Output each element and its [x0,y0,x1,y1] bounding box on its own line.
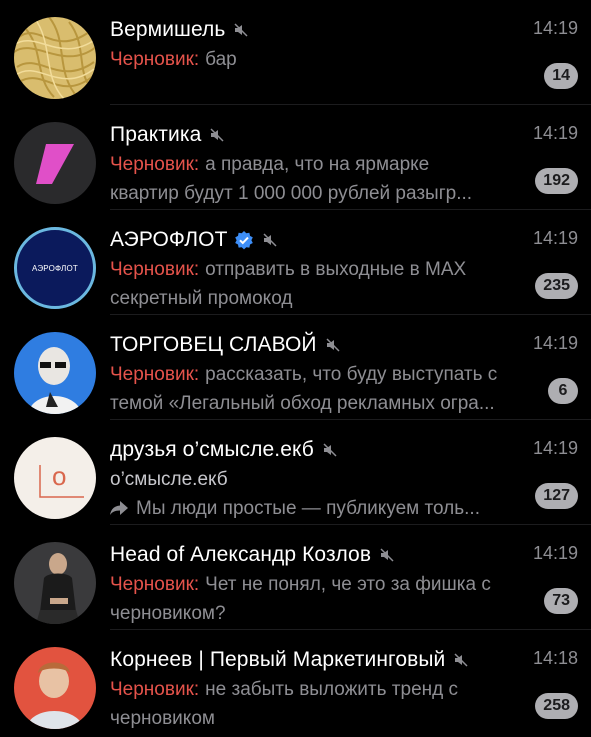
chat-time: 14:19 [532,438,578,458]
chat-title: Head of Александр Козлов [110,543,372,566]
preview-line: Мы люди простые — публикуем толь... [136,498,480,519]
draft-label: Черновик: [110,574,200,595]
draft-label: Черновик: [110,259,200,280]
avatar [14,647,96,729]
chat-preview: Черновик: отправить в выходные в MAX секр… [110,255,530,313]
avatar [14,542,96,624]
chat-row-druzya-osmysle[interactable]: о друзья о’смысле.екб 14:19 о’смысле.екб… [0,420,591,525]
chat-time: 14:19 [532,543,578,563]
unread-badge: 14 [544,63,578,89]
chat-preview: о’смысле.екб Мы люди простые — публикуем… [110,465,530,523]
chat-preview: Черновик: Чет не понял, че это за фишка с… [110,570,530,628]
chat-title: ТОРГОВЕЦ СЛАВОЙ [110,333,317,356]
draft-label: Черновик: [110,364,200,385]
chat-time: 14:19 [532,18,578,38]
preview-line: рассказать, что буду выступать с [205,364,498,385]
speaker-muted-icon [234,23,248,37]
chat-title: друзья о’смысле.екб [110,438,314,461]
avatar-logo-text: АЭРОФЛОТ [31,264,79,273]
avatar [14,332,96,414]
preview-line: бар [205,49,237,70]
sender-name: о’смысле.екб [110,469,228,490]
speaker-muted-icon [454,653,468,667]
preview-line: Чет не понял, че это за фишка с [205,574,491,595]
draft-label: Черновик: [110,154,200,175]
draft-label: Черновик: [110,679,200,700]
forward-arrow-icon [110,501,128,515]
unread-badge: 73 [544,588,578,614]
speaker-muted-icon [323,443,337,457]
unread-badge: 235 [535,273,578,299]
chat-row-korneev[interactable]: Корнеев | Первый Маркетинговый 14:18 Чер… [0,630,591,735]
chat-list: Вермишель 14:19 Черновик: бар 14 Практика… [0,0,591,737]
avatar-logo-text: о [52,461,67,491]
preview-line: черновиком? [110,603,226,624]
preview-line: черновиком [110,708,215,729]
chat-time: 14:19 [532,123,578,143]
unread-badge: 127 [535,483,578,509]
chat-row-kozlov[interactable]: Head of Александр Козлов 14:19 Черновик:… [0,525,591,630]
chat-title: Корнеев | Первый Маркетинговый [110,648,446,671]
unread-badge: 258 [535,693,578,719]
draft-label: Черновик: [110,49,200,70]
chat-time: 14:18 [532,648,578,668]
chat-preview: Черновик: не забыть выложить тренд с черн… [110,675,530,733]
speaker-muted-icon [380,548,394,562]
chat-preview: Черновик: а правда, что на ярмарке кварти… [110,150,530,208]
chat-title: Практика [110,123,202,146]
chat-time: 14:19 [532,333,578,353]
avatar: о [14,437,96,519]
avatar [14,122,96,204]
chat-title: Вермишель [110,18,226,41]
unread-badge: 6 [548,378,578,404]
speaker-muted-icon [210,128,224,142]
chat-row-aeroflot[interactable]: АЭРОФЛОТ АЭРОФЛОТ 14:19 Черновик: отправи… [0,210,591,315]
chat-title: АЭРОФЛОТ [110,228,228,251]
chat-time: 14:19 [532,228,578,248]
preview-line: не забыть выложить тренд с [205,679,458,700]
speaker-muted-icon [326,338,340,352]
chat-preview: Черновик: бар [110,45,530,74]
chat-row-vermishel[interactable]: Вермишель 14:19 Черновик: бар 14 [0,0,591,105]
verified-check-icon [234,231,253,250]
preview-line: а правда, что на ярмарке [205,154,430,175]
avatar: АЭРОФЛОТ [14,227,96,309]
unread-badge: 192 [535,168,578,194]
chat-row-praktika[interactable]: Практика 14:19 Черновик: а правда, что на… [0,105,591,210]
preview-line: секретный промокод [110,288,293,309]
chat-preview: Черновик: рассказать, что буду выступать … [110,360,530,418]
speaker-muted-icon [263,233,277,247]
avatar [14,17,96,99]
chat-row-torgovets-slavoy[interactable]: ТОРГОВЕЦ СЛАВОЙ 14:19 Черновик: рассказат… [0,315,591,420]
preview-line: темой «Легальный обход рекламных огра... [110,393,495,414]
preview-line: квартир будут 1 000 000 рублей разыгр... [110,183,473,204]
preview-line: отправить в выходные в MAX [205,259,467,280]
